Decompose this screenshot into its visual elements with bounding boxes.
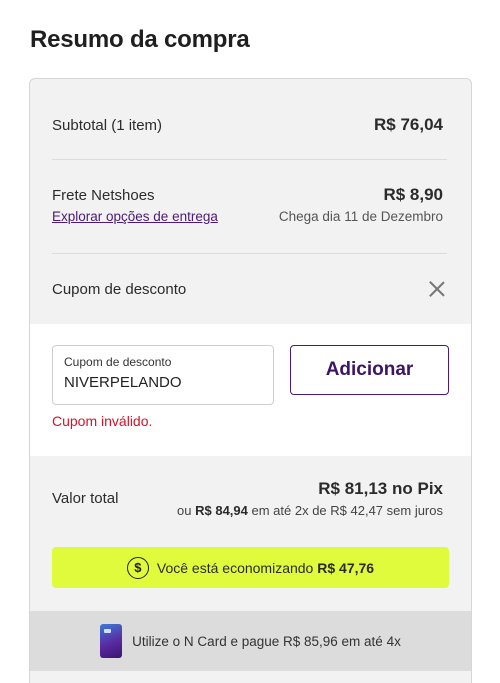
shipping-label: Frete Netshoes (52, 186, 155, 204)
subtotal-label: Subtotal (1 item) (52, 116, 163, 134)
installment-price: R$ 84,94 (195, 503, 248, 518)
ncard-text: Utilize o N Card e pague R$ 85,96 em até… (132, 633, 401, 649)
add-coupon-button[interactable]: Adicionar (290, 345, 449, 395)
order-summary-card: Subtotal (1 item) R$ 76,04 Frete Netshoe… (29, 78, 472, 683)
coupon-input[interactable] (64, 374, 264, 391)
close-icon[interactable] (427, 279, 447, 299)
installment-info: ou R$ 84,94 em até 2x de R$ 42,47 sem ju… (177, 503, 443, 518)
divider (52, 159, 447, 160)
coupon-header: Cupom de desconto (52, 279, 447, 299)
total-label: Valor total (52, 490, 119, 507)
coupon-error-message: Cupom inválido. (52, 413, 153, 429)
divider (52, 253, 447, 254)
shipping-value: R$ 8,90 (383, 185, 443, 204)
delivery-date: Chega dia 11 de Dezembro (278, 209, 443, 224)
shipping-row: Frete Netshoes R$ 8,90 Explorar opções d… (52, 185, 443, 224)
total-row: Valor total R$ 81,13 no Pix ou R$ 84,94 … (52, 479, 443, 518)
savings-banner: $ Você está economizando R$ 47,76 (52, 547, 449, 588)
page-title: Resumo da compra (30, 26, 250, 53)
coupon-section: Cupom de desconto Adicionar Cupom inváli… (30, 324, 471, 456)
savings-amount: R$ 47,76 (317, 559, 375, 576)
coupon-heading: Cupom de desconto (52, 280, 187, 298)
subtotal-row: Subtotal (1 item) R$ 76,04 (52, 115, 443, 135)
pix-total: R$ 81,13 no Pix (318, 479, 443, 498)
delivery-options-link[interactable]: Explorar opções de entrega (52, 209, 218, 224)
dollar-coin-icon: $ (126, 556, 149, 579)
coupon-field-label: Cupom de desconto (64, 355, 172, 369)
ncard-banner[interactable]: Utilize o N Card e pague R$ 85,96 em até… (30, 611, 471, 671)
savings-text: Você está economizando (156, 559, 314, 576)
credit-card-icon (100, 624, 123, 658)
coupon-field[interactable]: Cupom de desconto (52, 345, 274, 405)
subtotal-value: R$ 76,04 (374, 115, 443, 134)
